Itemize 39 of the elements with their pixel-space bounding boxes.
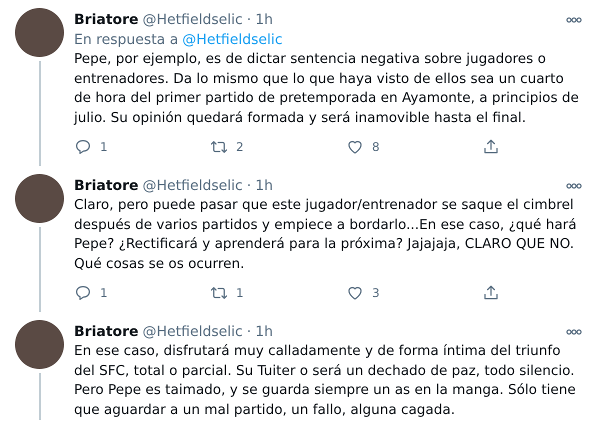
tweet-text: En ese caso, disfrutará muy calladamente y de forma íntima del triunfo del SFC, total o parcial. Su Tuiter o será un dechado de paz, todo silencio. Pero Pepe es taimado, y se guarda siempre un as en la manga. Sólo tiene que aguardar a un mal partido, un fallo, alguna cagada. xyxy=(74,342,577,420)
more-options-icon[interactable] xyxy=(566,183,582,189)
timestamp[interactable]: 1h xyxy=(255,10,273,30)
speech-bubble-icon xyxy=(74,284,92,302)
avatar-placeholder[interactable] xyxy=(15,8,64,57)
heart-icon xyxy=(346,284,364,302)
reply-context: En respuesta a xyxy=(74,31,178,50)
display-name[interactable]: Briatore xyxy=(74,176,139,196)
user-handle[interactable]: @Hetfieldselic xyxy=(142,176,243,196)
speech-bubble-icon xyxy=(74,138,92,156)
share-icon xyxy=(482,138,500,156)
tweet-text: Pepe, por ejemplo, es de dictar sentencia negativa sobre jugadores o entrenadores. Da lo mismo que lo que haya visto de ellos sea un cuarto de hora del primer partido de pretemporada en Ayamonte, a principios de julio. Su opinión quedará formada y será inamovible hasta el final. xyxy=(74,50,580,128)
timestamp[interactable]: 1h xyxy=(255,322,273,342)
mention-link[interactable]: @Hetfieldselic xyxy=(182,30,283,50)
tweet-text: Claro, pero puede pasar que este jugador/entrenador se saque el cimbrel después de varios partidos y empiece a bordarlo...En ese caso, ¿qué hará Pepe? ¿Rectificará y aprenderá para la próxima? Jajajaja, CLARO QUE NO. Qué cosas se os ocurren. xyxy=(74,196,578,274)
like-button[interactable]: 8 xyxy=(346,138,380,156)
more-options-icon[interactable] xyxy=(566,329,582,335)
retweet-button[interactable]: 2 xyxy=(210,138,244,156)
avatar-placeholder[interactable] xyxy=(15,174,64,223)
display-name[interactable]: Briatore xyxy=(74,322,139,342)
user-handle[interactable]: @Hetfieldselic xyxy=(142,10,243,30)
share-button[interactable] xyxy=(482,138,500,156)
more-options-icon[interactable] xyxy=(566,17,582,23)
avatar-placeholder[interactable] xyxy=(15,320,64,369)
display-name[interactable]: Briatore xyxy=(74,10,139,30)
user-handle[interactable]: @Hetfieldselic xyxy=(142,322,243,342)
retweet-icon xyxy=(210,284,228,302)
share-icon xyxy=(482,284,500,302)
retweet-icon xyxy=(210,138,228,156)
heart-icon xyxy=(346,138,364,156)
separator-dot: · xyxy=(246,323,252,342)
like-button[interactable]: 3 xyxy=(346,284,380,302)
share-button[interactable] xyxy=(482,284,500,302)
timestamp[interactable]: 1h xyxy=(255,176,273,196)
separator-dot: · xyxy=(246,11,252,30)
reply-button[interactable]: 1 xyxy=(74,284,108,302)
reply-button[interactable]: 1 xyxy=(74,138,108,156)
separator-dot: · xyxy=(246,177,252,196)
retweet-button[interactable]: 1 xyxy=(210,284,244,302)
